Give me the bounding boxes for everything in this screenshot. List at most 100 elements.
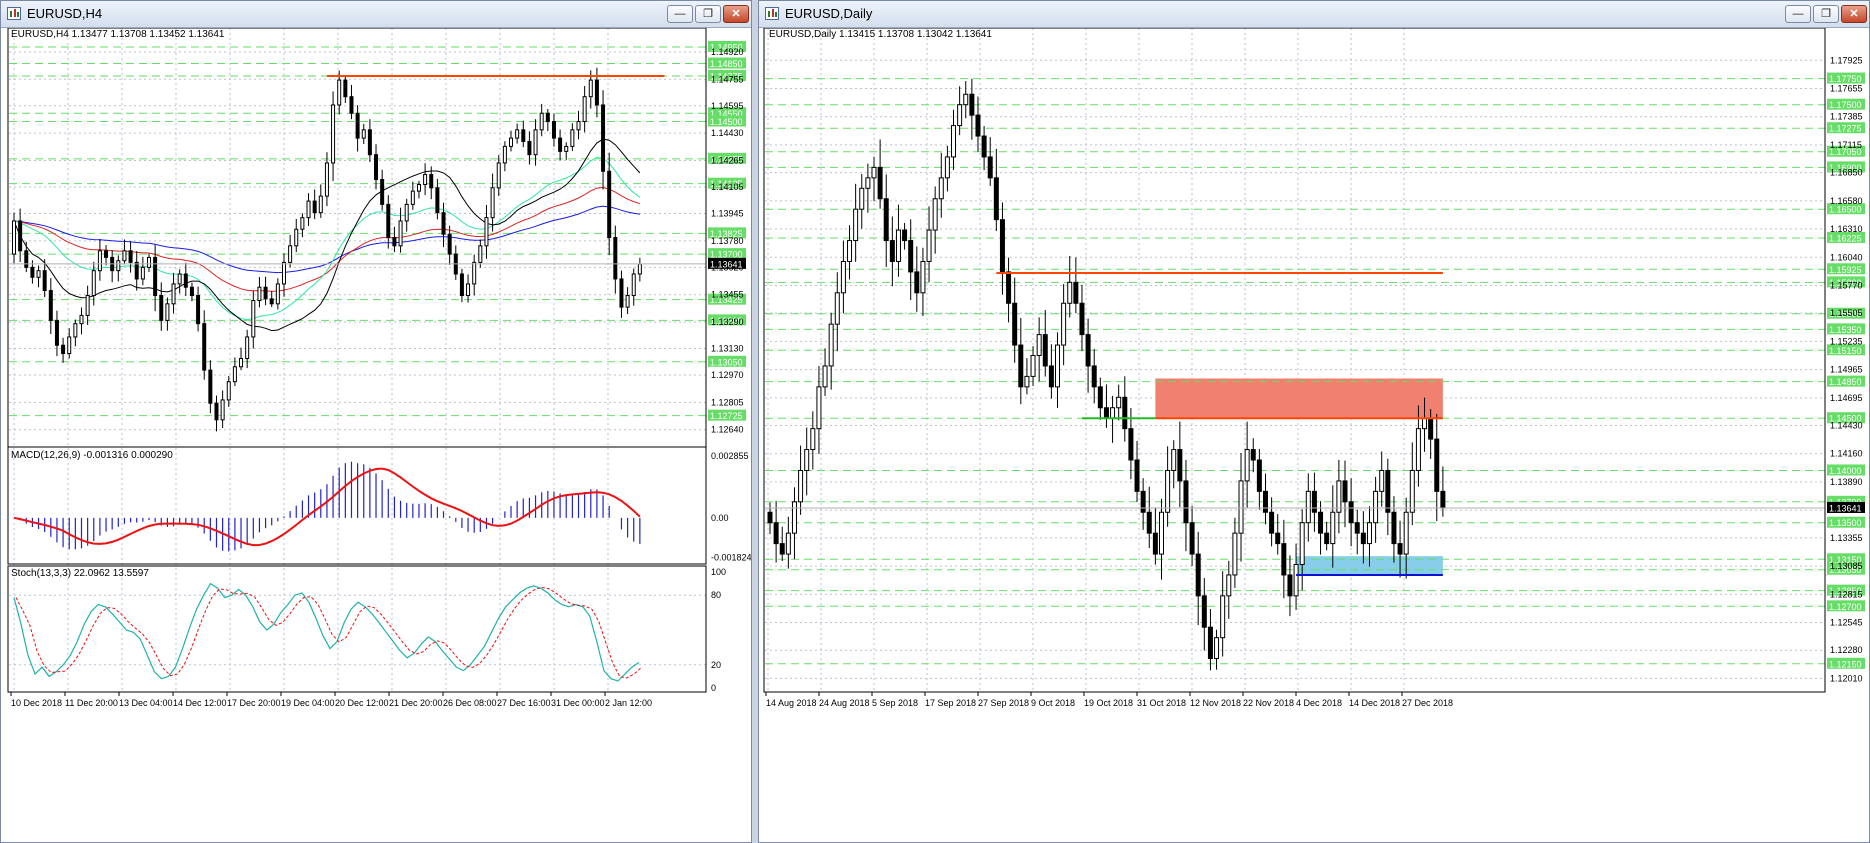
bull-candle [533, 129, 538, 156]
bull-candle [1244, 449, 1250, 482]
bear-candle [61, 344, 66, 355]
bear-candle [1348, 501, 1354, 524]
bear-candle [1085, 334, 1091, 367]
bear-candle [551, 121, 556, 139]
close-button[interactable]: ✕ [1841, 5, 1867, 23]
bull-candle [73, 323, 78, 338]
bull-candle [1232, 532, 1238, 576]
bull-candle [637, 263, 642, 275]
restore-button[interactable]: ❐ [695, 5, 721, 23]
price-tick-label: 1.12280 [1830, 645, 1863, 655]
bear-candle [269, 298, 274, 305]
price-tick-label: 1.13780 [711, 236, 744, 246]
bull-candle [324, 162, 329, 197]
h4-chart-svg[interactable]: 1.149501.148501.147751.145501.145001.142… [1, 27, 751, 843]
daily-chart-window[interactable]: EURUSD,Daily — ❐ ✕ 1.17750 1.17500 1.17275… [758, 0, 1870, 843]
bull-candle [91, 270, 96, 297]
window-title: EURUSD,Daily [785, 6, 873, 21]
bull-candle [938, 177, 944, 200]
bear-candle [902, 229, 908, 242]
bull-candle [871, 166, 877, 179]
bear-candle [773, 522, 779, 545]
price-level-label: 1.13500 [1829, 518, 1862, 528]
bear-candle [1140, 490, 1146, 513]
price-tick-label: 1.15770 [1830, 280, 1863, 290]
price-tick-label: 1.13455 [711, 290, 744, 300]
bear-candle [993, 177, 999, 221]
bear-candle [601, 104, 606, 172]
bull-candle [588, 79, 593, 98]
x-tick-label: 20 Dec 12:00 [335, 698, 389, 708]
resistance-zone [1155, 378, 1443, 419]
bear-candle [883, 198, 889, 242]
h4-titlebar[interactable]: EURUSD,H4 — ❐ ✕ [1, 1, 751, 28]
bull-candle [625, 295, 630, 308]
bull-candle [816, 386, 822, 430]
bull-candle [288, 245, 293, 263]
price-tick-label: 1.14965 [1830, 365, 1863, 375]
bear-candle [1048, 365, 1054, 388]
bull-candle [478, 245, 483, 263]
price-tick-label: 1.12545 [1830, 618, 1863, 628]
bull-candle [496, 162, 501, 189]
bear-candle [767, 511, 773, 524]
macd-tick-label: -0.001824 [711, 552, 751, 562]
bull-candle [822, 365, 828, 388]
bull-candle [239, 357, 244, 368]
bull-candle [1403, 511, 1409, 555]
bear-candle [889, 240, 895, 262]
price-tick-label: 1.14265 [711, 155, 744, 165]
bull-candle [1171, 449, 1177, 471]
minimize-button[interactable]: — [1785, 5, 1811, 23]
bear-candle [1146, 511, 1152, 534]
price-level-label: 1.17275 [1829, 124, 1862, 134]
bull-candle [1067, 281, 1073, 304]
bear-candle [1103, 407, 1109, 419]
bear-candle [1385, 469, 1391, 513]
price-tick-label: 1.14695 [1830, 393, 1863, 403]
bull-candle [232, 366, 237, 383]
minimize-button[interactable]: — [667, 5, 693, 23]
h4-header-label: EURUSD,H4 1.13477 1.13708 1.13452 1.1364… [11, 29, 225, 40]
bear-candle [981, 135, 987, 158]
daily-titlebar[interactable]: EURUSD,Daily — ❐ ✕ [759, 1, 1869, 28]
price-tick-label: 1.13945 [711, 209, 744, 219]
daily-chart-svg[interactable]: 1.177501.175001.172751.170501.169001.165… [759, 27, 1869, 843]
h4-chart-window[interactable]: EURUSD,H4 — ❐ ✕ 1.14950 1.14850 1.14775 1.1… [0, 0, 752, 843]
x-tick-label: 22 Nov 2018 [1243, 698, 1294, 708]
bull-candle [165, 303, 170, 321]
bull-candle [576, 121, 581, 131]
price-tick-label: 1.16850 [1830, 168, 1863, 178]
bull-candle [300, 217, 305, 230]
bull-candle [398, 220, 403, 247]
daily-chart-area[interactable]: 1.17750 1.17500 1.17275 1.17050 1.16900 1.165… [759, 27, 1869, 843]
h4-chart-area[interactable]: 1.14950 1.14850 1.14775 1.14550 1.14500 1.142… [1, 27, 751, 843]
bull-candle [785, 532, 791, 555]
bull-candle [828, 323, 834, 367]
macd-tick-label: 0.002855 [711, 451, 749, 461]
price-tick-label: 1.14595 [711, 101, 744, 111]
bull-candle [570, 129, 575, 147]
bull-candle [840, 260, 846, 294]
bull-candle [631, 273, 636, 297]
bull-candle [1299, 522, 1305, 566]
restore-button[interactable]: ❐ [1813, 5, 1839, 23]
macd-label: MACD(12,26,9) -0.001316 0.000290 [11, 450, 173, 461]
bear-candle [312, 200, 317, 214]
bull-candle [220, 399, 225, 421]
bull-candle [1293, 564, 1299, 597]
bear-candle [355, 112, 360, 139]
bear-candle [42, 270, 47, 292]
bear-candle [18, 220, 23, 252]
bear-candle [54, 319, 59, 346]
bear-candle [367, 129, 372, 156]
bull-candle [140, 266, 145, 280]
bull-candle [1366, 522, 1372, 545]
bear-candle [128, 250, 133, 263]
bull-candle [146, 256, 151, 268]
close-button[interactable]: ✕ [723, 5, 749, 23]
bull-candle [1415, 428, 1421, 471]
bull-candle [294, 228, 299, 247]
price-level-label: 1.13050 [710, 357, 743, 367]
bear-candle [779, 543, 785, 555]
